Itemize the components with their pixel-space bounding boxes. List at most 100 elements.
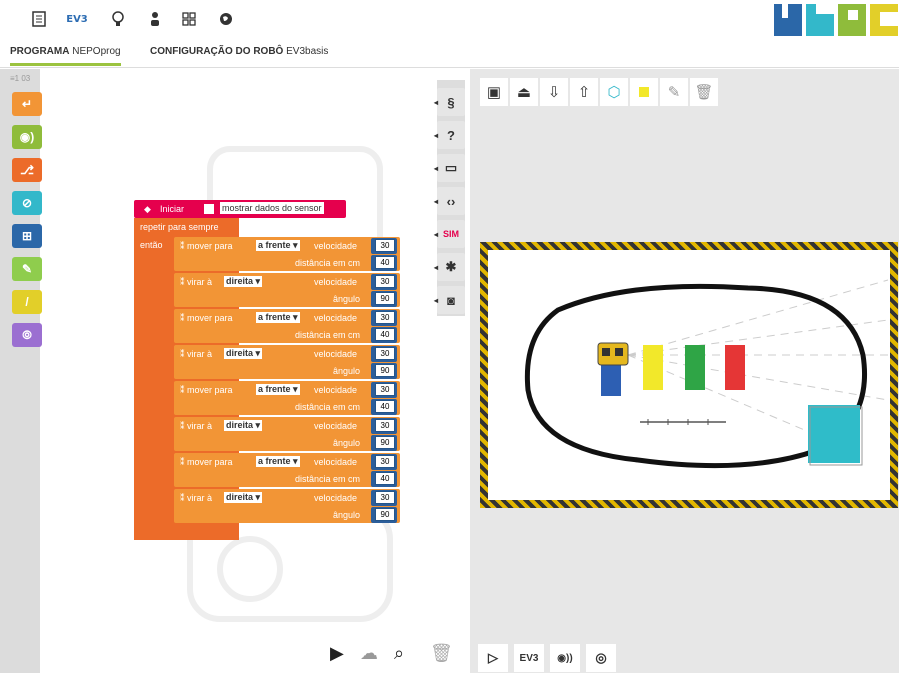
direction-dropdown[interactable]: a frente ▾ bbox=[256, 240, 300, 251]
zoom-icon[interactable]: ⌕ bbox=[394, 643, 404, 664]
direction-dropdown[interactable]: direita ▾ bbox=[224, 420, 263, 431]
do-label: então bbox=[140, 240, 163, 250]
direction-dropdown[interactable]: a frente ▾ bbox=[256, 384, 300, 395]
ev3-icon[interactable]: EV3 bbox=[66, 8, 88, 30]
help-button[interactable]: ◂? bbox=[434, 121, 465, 149]
action-icon[interactable]: ↵ bbox=[12, 92, 42, 116]
side-button-label: § bbox=[447, 94, 455, 110]
direction-dropdown[interactable]: direita ▾ bbox=[224, 276, 263, 287]
side-button-label: SIM bbox=[442, 229, 459, 239]
text-icon[interactable]: ✎ bbox=[12, 257, 42, 281]
colour-icon[interactable]: / bbox=[12, 290, 42, 314]
second-value-block[interactable]: 90 bbox=[371, 435, 397, 451]
lightbulb-icon[interactable] bbox=[107, 8, 129, 30]
second-value[interactable]: 40 bbox=[375, 400, 395, 413]
robot-view-button[interactable]: ◂ ◙ bbox=[434, 286, 465, 314]
speed-value-block[interactable]: 30 bbox=[371, 238, 397, 254]
sensor-icon[interactable]: ◉) bbox=[12, 125, 42, 149]
direction-dropdown[interactable]: a frente ▾ bbox=[256, 456, 300, 467]
second-value[interactable]: 40 bbox=[375, 256, 395, 269]
sim-ev3-button[interactable]: EV3 bbox=[514, 644, 544, 672]
sim-sensor-button[interactable]: ◉)) bbox=[550, 644, 580, 672]
logic-icon[interactable]: ⊘ bbox=[12, 191, 42, 215]
direction-dropdown[interactable]: a frente ▾ bbox=[256, 312, 300, 323]
grid-icon[interactable] bbox=[178, 8, 200, 30]
document-icon[interactable] bbox=[28, 8, 50, 30]
move-block[interactable]: ⁑ mover para a frente ▾ velocidade distânci… bbox=[174, 309, 400, 343]
pencil-icon[interactable]: ✎ bbox=[660, 78, 688, 106]
sim-canvas[interactable] bbox=[488, 250, 890, 500]
second-value[interactable]: 90 bbox=[375, 508, 395, 521]
upload-icon[interactable]: ⏏ bbox=[510, 78, 538, 106]
second-value[interactable]: 90 bbox=[375, 436, 395, 449]
turn-block[interactable]: ⁑ virar à direita ▾ velocidade ângulo 30 90 bbox=[174, 345, 400, 379]
green-obstacle bbox=[685, 345, 705, 390]
cube-icon[interactable]: ⬡ bbox=[600, 78, 628, 106]
image-icon[interactable]: ▣ bbox=[480, 78, 508, 106]
move-block[interactable]: ⁑ mover para a frente ▾ velocidade distânci… bbox=[174, 237, 400, 271]
speed-value-block[interactable]: 30 bbox=[371, 382, 397, 398]
speed-value[interactable]: 30 bbox=[375, 491, 395, 504]
yellow-square-icon[interactable] bbox=[630, 78, 658, 106]
control-icon[interactable]: ⎇ bbox=[12, 158, 42, 182]
source-button[interactable]: ◂ ‹› bbox=[434, 187, 465, 215]
play-icon[interactable]: ▶ bbox=[330, 643, 344, 664]
math-icon[interactable]: ⊞ bbox=[12, 224, 42, 248]
nepo-logo bbox=[774, 4, 898, 36]
debug-button[interactable]: ◂ ✱ bbox=[434, 253, 465, 281]
sim-play-button[interactable]: ▷ bbox=[478, 644, 508, 672]
direction-dropdown[interactable]: direita ▾ bbox=[224, 492, 263, 503]
speed-value[interactable]: 30 bbox=[375, 419, 395, 432]
move-block[interactable]: ⁑ mover para a frente ▾ velocidade distânci… bbox=[174, 381, 400, 415]
second-value[interactable]: 90 bbox=[375, 364, 395, 377]
direction-dropdown[interactable]: direita ▾ bbox=[224, 348, 263, 359]
second-value[interactable]: 40 bbox=[375, 472, 395, 485]
trash-icon[interactable]: 🗑 bbox=[430, 643, 453, 664]
speed-value[interactable]: 30 bbox=[375, 347, 395, 360]
show-sensor-checkbox[interactable] bbox=[204, 204, 214, 214]
code-view-button[interactable]: ◂ § bbox=[434, 88, 465, 116]
turn-block[interactable]: ⁑ virar à direita ▾ velocidade ângulo 30 90 bbox=[174, 273, 400, 307]
speed-value[interactable]: 30 bbox=[375, 275, 395, 288]
move-block[interactable]: ⁑ mover para a frente ▾ velocidade distânci… bbox=[174, 453, 400, 487]
second-value-block[interactable]: 90 bbox=[371, 363, 397, 379]
tab-robot-config[interactable]: CONFIGURAÇÃO DO ROBÔ EV3basis bbox=[150, 46, 328, 63]
person-icon[interactable] bbox=[144, 8, 166, 30]
info-button[interactable]: ◂ ▭ bbox=[434, 154, 465, 182]
turn-block[interactable]: ⁑ virar à direita ▾ velocidade ângulo 30 90 bbox=[174, 417, 400, 451]
sim-button[interactable]: ◂ SIM bbox=[434, 220, 465, 248]
speed-value[interactable]: 30 bbox=[375, 311, 395, 324]
second-value[interactable]: 40 bbox=[375, 328, 395, 341]
sim-location-button[interactable]: ◎ bbox=[586, 644, 616, 672]
import-icon[interactable]: ⇩ bbox=[540, 78, 568, 106]
variable-icon[interactable]: ⦾ bbox=[12, 323, 42, 347]
speed-value[interactable]: 30 bbox=[375, 239, 395, 252]
speed-value-block[interactable]: 30 bbox=[371, 418, 397, 434]
second-value-block[interactable]: 40 bbox=[371, 255, 397, 271]
globe-icon[interactable] bbox=[215, 8, 237, 30]
second-label: ângulo bbox=[332, 438, 360, 448]
speed-value-block[interactable]: 30 bbox=[371, 310, 397, 326]
speed-value-block[interactable]: 30 bbox=[371, 274, 397, 290]
start-block[interactable]: ◆ Iniciar mostrar dados do sensor bbox=[134, 200, 346, 218]
tab-program[interactable]: PROGRAMA NEPOprog bbox=[10, 46, 121, 66]
cloud-icon[interactable]: ☁ bbox=[360, 643, 378, 664]
second-value-block[interactable]: 40 bbox=[371, 399, 397, 415]
speed-value[interactable]: 30 bbox=[375, 455, 395, 468]
second-value-block[interactable]: 90 bbox=[371, 291, 397, 307]
sim-scene[interactable] bbox=[480, 242, 898, 508]
chevron-left-icon: ◂ bbox=[434, 229, 439, 239]
speed-value-block[interactable]: 30 bbox=[371, 490, 397, 506]
second-value-block[interactable]: 40 bbox=[371, 471, 397, 487]
second-value-block[interactable]: 90 bbox=[371, 507, 397, 523]
chevron-left-icon: ◂ bbox=[434, 262, 439, 272]
second-value-block[interactable]: 40 bbox=[371, 327, 397, 343]
block-counter: ≡1 03 bbox=[10, 74, 31, 83]
turn-block[interactable]: ⁑ virar à direita ▾ velocidade ângulo 30 90 bbox=[174, 489, 400, 523]
export-icon[interactable]: ⇧ bbox=[570, 78, 598, 106]
speed-value-block[interactable]: 30 bbox=[371, 346, 397, 362]
second-value[interactable]: 90 bbox=[375, 292, 395, 305]
speed-value[interactable]: 30 bbox=[375, 383, 395, 396]
sim-trash-icon[interactable]: 🗑 bbox=[690, 78, 718, 106]
speed-value-block[interactable]: 30 bbox=[371, 454, 397, 470]
